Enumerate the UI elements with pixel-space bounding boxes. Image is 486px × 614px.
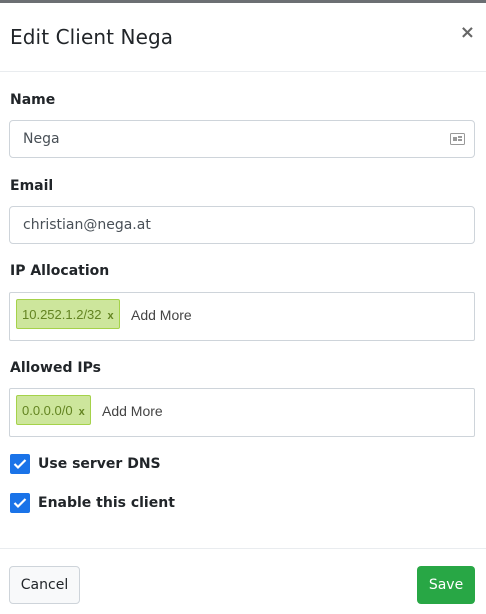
name-label: Name [10,92,56,108]
add-more-placeholder[interactable]: Add More [131,307,192,323]
email-label: Email [10,178,54,194]
use-server-dns-label[interactable]: Use server DNS [38,456,161,472]
use-server-dns-checkbox[interactable] [10,454,30,474]
tag-value: 10.252.1.2/32 [22,307,102,322]
ip-allocation-label: IP Allocation [10,263,110,279]
email-value: christian@nega.at [23,217,151,233]
enable-client-label[interactable]: Enable this client [38,495,175,511]
allowed-ips-tag-input[interactable]: 0.0.0.0/0 x Add More [9,388,475,437]
modal-header: Edit Client Nega × [0,3,486,72]
ip-allocation-tag-input[interactable]: 10.252.1.2/32 x Add More [9,292,475,341]
add-more-placeholder[interactable]: Add More [102,403,163,419]
name-value: Nega [23,131,60,147]
close-icon[interactable]: × [460,22,475,43]
contact-card-icon [450,133,465,145]
remove-tag-icon[interactable]: x [108,310,114,322]
checkmark-icon [13,498,27,509]
allowed-ips-label: Allowed IPs [10,360,101,376]
cancel-button[interactable]: Cancel [9,566,80,604]
modal-title: Edit Client Nega [10,25,174,49]
remove-tag-icon[interactable]: x [79,406,85,418]
modal-footer: Cancel Save [0,548,486,614]
name-input[interactable]: Nega [9,120,475,158]
ip-allocation-tag: 10.252.1.2/32 x [16,299,120,329]
allowed-ips-tag: 0.0.0.0/0 x [16,395,91,425]
tag-value: 0.0.0.0/0 [22,403,73,418]
save-button[interactable]: Save [417,566,475,604]
checkmark-icon [13,459,27,470]
email-input[interactable]: christian@nega.at [9,206,475,244]
enable-client-checkbox[interactable] [10,493,30,513]
